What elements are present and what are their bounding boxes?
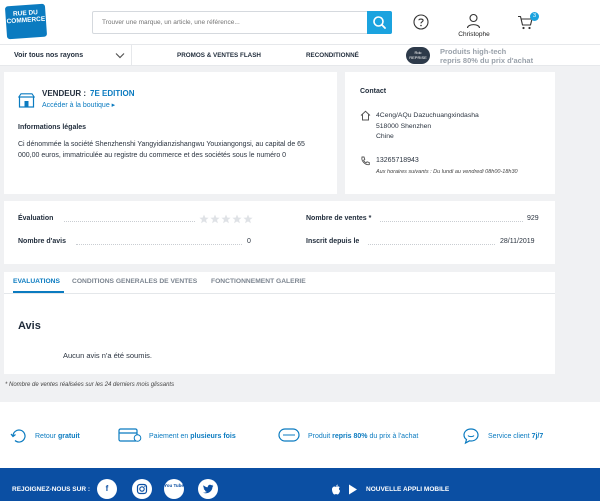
cart-count-badge: 3: [530, 12, 539, 21]
customer-service-prefix: Service client: [488, 433, 532, 440]
buyback-bold: repris 80%: [332, 433, 368, 440]
legal-info-text: Ci dénommée la société Shenzhenshi Yangy…: [18, 141, 305, 159]
sales-count-dots: [380, 221, 523, 222]
sales-count-label: Nombre de ventes *: [306, 215, 372, 222]
shop-icon: [18, 93, 35, 108]
star-icon: [221, 214, 231, 224]
contact-hours: Aux horaires suivants : Du lundi au vend…: [376, 169, 518, 175]
installments-prefix: Paiement en: [149, 433, 191, 440]
star-icon: [210, 214, 220, 224]
join-us-label: REJOIGNEZ-NOUS SUR :: [12, 486, 91, 493]
phone-icon: [361, 156, 370, 166]
evaluation-dots: [64, 221, 195, 222]
mobile-app-link[interactable]: NOUVELLE APPLI MOBILE: [366, 486, 449, 493]
twitter-link[interactable]: [198, 479, 218, 499]
card-payment-icon: [118, 428, 142, 442]
star-icon: [243, 214, 253, 224]
no-reviews-message: Aucun avis n'a été soumis.: [63, 351, 152, 360]
search-bar: [92, 11, 392, 34]
reviews-heading: Avis: [18, 320, 41, 332]
twitter-icon: [203, 484, 214, 494]
address-line-3: Chine: [376, 133, 394, 140]
sales-count-value: 929: [527, 215, 539, 222]
site-header: RUE DU COMMERCE Christophe 3: [0, 0, 600, 44]
address-line-2: 518000 Shenzhen: [376, 122, 432, 130]
facebook-link[interactable]: f: [97, 479, 117, 499]
instagram-icon: [136, 483, 148, 495]
reviews-count-dots: [76, 244, 242, 245]
youtube-link[interactable]: You Tube: [164, 479, 184, 499]
nav-promos-link[interactable]: PROMOS & VENTES FLASH: [177, 45, 261, 66]
evaluation-label: Évaluation: [18, 215, 54, 222]
nav-reconditionne-link[interactable]: RECONDITIONNÉ: [306, 45, 359, 66]
hightech-line-2: repris 80% du prix d'achat: [440, 56, 534, 65]
member-since-dots: [368, 244, 495, 245]
address-line-1: 4Ceng/AQu Dazuchuangxindasha: [376, 112, 479, 119]
return-icon: [10, 429, 26, 443]
facebook-icon: f: [105, 484, 109, 493]
shop-link[interactable]: Accéder à la boutique ▸: [42, 101, 115, 109]
vendor-label: VENDEUR :: [42, 89, 87, 98]
instagram-link[interactable]: [132, 479, 152, 499]
customer-service-text: Service client 7j/7: [488, 433, 543, 440]
reviews-count-label: Nombre d'avis: [18, 238, 66, 245]
reprise-icon: [278, 428, 300, 442]
installments-bold: plusieurs fois: [190, 433, 236, 440]
star-icon: [232, 214, 242, 224]
main-nav: Voir tous nos rayons PROMOS & VENTES FLA…: [0, 44, 600, 66]
logo-line-2: COMMERCE: [6, 15, 46, 26]
tab-fonctionnement-galerie[interactable]: FONCTIONNEMENT GALERIE: [211, 278, 306, 285]
free-return-text: Retour gratuit: [35, 433, 80, 440]
reprise-badge-icon[interactable]: Rdc REPRISE: [406, 47, 430, 64]
site-logo[interactable]: RUE DU COMMERCE: [4, 3, 48, 40]
star-icon: [199, 214, 209, 224]
free-return-prefix: Retour: [35, 433, 58, 440]
reviews-count-value: 0: [247, 238, 251, 245]
free-return-bold: gratuit: [57, 433, 80, 440]
buyback-prefix: Produit: [308, 433, 333, 440]
help-icon[interactable]: [413, 14, 429, 30]
member-since-value: 28/11/2019: [500, 238, 535, 245]
legal-info-heading: Informations légales: [18, 124, 87, 131]
search-icon: [373, 16, 386, 29]
hightech-line-1: Produits high-tech: [440, 47, 507, 56]
vendor-address: 4Ceng/AQu Dazuchuangxindasha 518000 Shen…: [376, 111, 479, 143]
youtube-icon: You Tube: [164, 483, 184, 488]
search-button[interactable]: [367, 11, 392, 34]
google-play-icon[interactable]: [348, 484, 358, 495]
reprise-badge-line-2: REPRISE: [409, 55, 427, 60]
tab-evaluations[interactable]: EVALUATIONS: [13, 278, 60, 285]
chevron-down-icon: [115, 53, 125, 59]
active-tab-indicator: [13, 291, 64, 293]
stats-card: [4, 201, 555, 264]
vendor-name: 7E EDITION: [90, 89, 135, 98]
tabs-divider: [4, 293, 555, 294]
vendor-title: VENDEUR :7E EDITION: [42, 89, 134, 98]
contact-heading: Contact: [360, 88, 387, 95]
vendor-phone: 13265718943: [376, 157, 419, 164]
home-icon: [360, 110, 371, 121]
all-departments-menu[interactable]: Voir tous nos rayons: [0, 45, 132, 66]
customer-service-bold: 7j/7: [531, 433, 544, 440]
buyback-text: Produit repris 80% du prix à l'achat: [308, 433, 418, 440]
all-departments-label: Voir tous nos rayons: [14, 52, 84, 59]
buyback-suffix: du prix à l'achat: [367, 433, 419, 440]
site-footer: [0, 468, 600, 501]
hightech-reprise-link[interactable]: Produits high-tech repris 80% du prix d'…: [440, 47, 533, 65]
sales-footnote: * Nombre de ventes réalisées sur les 24 …: [5, 382, 175, 388]
search-input[interactable]: [93, 12, 367, 33]
apple-icon[interactable]: [331, 484, 341, 495]
member-since-label: Inscrit depuis le: [306, 238, 360, 245]
user-icon[interactable]: [466, 13, 481, 29]
user-name[interactable]: Christophe: [452, 31, 496, 38]
installments-text: Paiement en plusieurs fois: [149, 433, 236, 440]
customer-service-icon: [463, 428, 479, 445]
tab-conditions-generales[interactable]: CONDITIONS GENERALES DE VENTES: [72, 278, 197, 285]
